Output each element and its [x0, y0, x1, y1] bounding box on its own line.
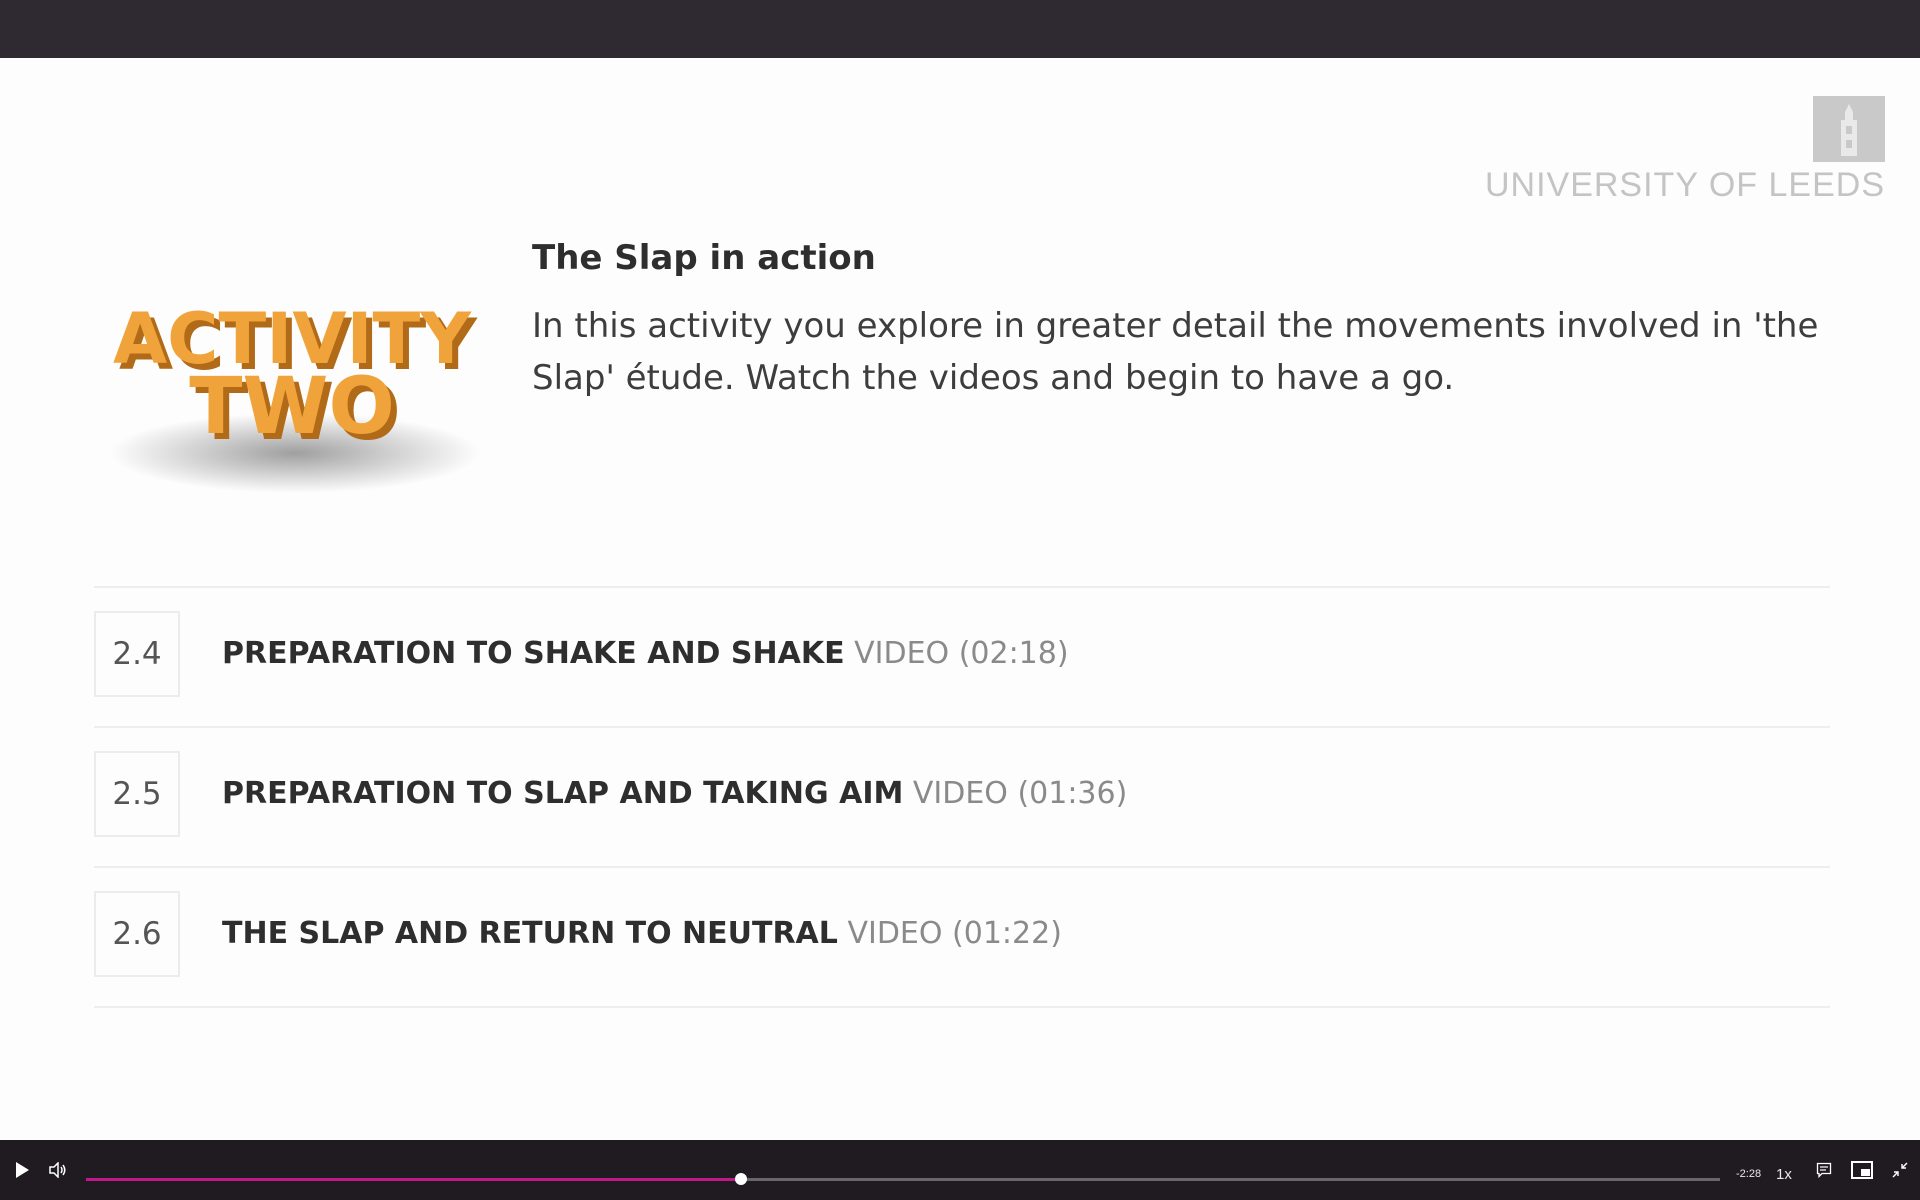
lesson-number: 2.4	[94, 611, 180, 697]
university-logo: UNIVERSITY OF LEEDS	[1485, 96, 1885, 208]
lesson-title[interactable]: PREPARATION TO SHAKE AND SHAKE VIDEO (02…	[222, 634, 1069, 674]
lesson-title-main: THE SLAP AND RETURN TO NEUTRAL	[222, 916, 838, 951]
picture-in-picture-button[interactable]	[1848, 1152, 1876, 1188]
play-button[interactable]	[8, 1152, 36, 1188]
volume-button[interactable]	[44, 1152, 72, 1188]
activity-title: The Slap in action	[532, 238, 876, 278]
playback-speed-button[interactable]: 1x	[1776, 1166, 1792, 1183]
lesson-title-main: PREPARATION TO SHAKE AND SHAKE	[222, 636, 845, 671]
lesson-title-main: PREPARATION TO SLAP AND TAKING AIM	[222, 776, 904, 811]
volume-icon	[49, 1162, 66, 1178]
activity-description: In this activity you explore in greater …	[532, 306, 1819, 398]
lesson-type: VIDEO (01:36)	[912, 776, 1128, 811]
top-bar	[0, 0, 1920, 58]
lesson-number: 2.6	[94, 891, 180, 977]
captions-button[interactable]	[1812, 1152, 1836, 1188]
exit-fullscreen-button[interactable]	[1886, 1152, 1914, 1188]
captions-icon	[1816, 1162, 1832, 1178]
slide: UNIVERSITY OF LEEDS ACTIVITY ACTIVITY TW…	[0, 58, 1920, 1140]
lesson-type: VIDEO (01:22)	[847, 916, 1062, 951]
progress-fill	[86, 1178, 742, 1181]
progress-slider[interactable]	[86, 1173, 1720, 1185]
activity-badge-line2: TWO	[189, 362, 395, 452]
lesson-row[interactable]: 2.6 THE SLAP AND RETURN TO NEUTRAL VIDEO…	[94, 868, 1830, 1008]
lesson-title[interactable]: THE SLAP AND RETURN TO NEUTRAL VIDEO (01…	[222, 914, 1062, 954]
picture-in-picture-icon	[1851, 1161, 1873, 1179]
video-player-controls	[0, 1140, 1920, 1200]
lesson-type: VIDEO (02:18)	[854, 636, 1069, 671]
time-remaining: -2:28	[1736, 1168, 1762, 1180]
lesson-title[interactable]: PREPARATION TO SLAP AND TAKING AIM VIDEO…	[222, 774, 1127, 814]
exit-fullscreen-icon	[1892, 1162, 1908, 1178]
university-crest-icon	[1813, 96, 1885, 162]
lesson-number: 2.5	[94, 751, 180, 837]
play-icon	[16, 1162, 29, 1178]
activity-intro: The Slap in action In this activity you …	[532, 238, 1832, 404]
lesson-row[interactable]: 2.5 PREPARATION TO SLAP AND TAKING AIM V…	[94, 728, 1830, 868]
activity-two-badge: ACTIVITY ACTIVITY TWO TWO	[100, 253, 500, 513]
lesson-row[interactable]: 2.4 PREPARATION TO SHAKE AND SHAKE VIDEO…	[94, 588, 1830, 728]
lesson-list: 2.4 PREPARATION TO SHAKE AND SHAKE VIDEO…	[94, 586, 1830, 1008]
university-name: UNIVERSITY OF LEEDS	[1484, 166, 1885, 204]
